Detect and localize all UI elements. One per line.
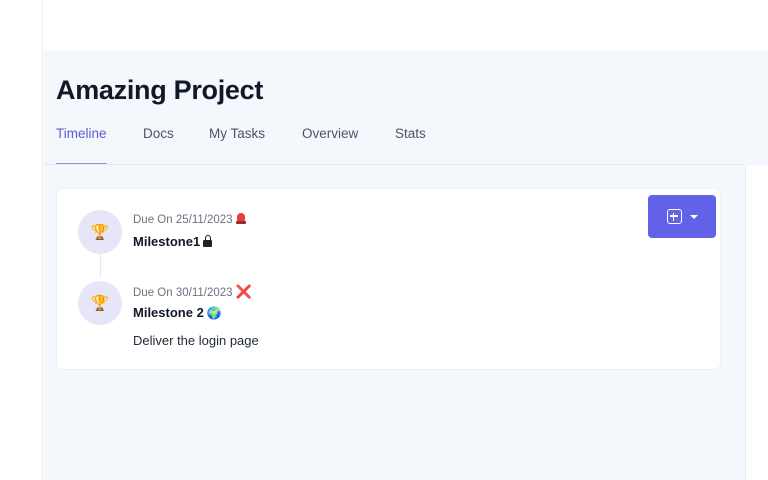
red-x-icon: ❌ bbox=[235, 284, 252, 299]
lock-icon bbox=[203, 235, 213, 247]
alarm-light-icon bbox=[235, 213, 246, 224]
milestone-title[interactable]: Milestone1 bbox=[133, 234, 213, 249]
milestone-description: Deliver the login page bbox=[133, 333, 259, 348]
due-date-text: Due On 30/11/2023 bbox=[133, 287, 233, 299]
milestone-due-date: Due On 30/11/2023 ❌ bbox=[133, 284, 252, 300]
top-bar bbox=[44, 0, 768, 50]
tab-my-tasks[interactable]: My Tasks bbox=[209, 126, 265, 155]
globe-icon: 🌍 bbox=[206, 306, 222, 320]
tab-timeline[interactable]: Timeline bbox=[56, 126, 107, 165]
page-title: Amazing Project bbox=[56, 75, 264, 105]
left-rail bbox=[0, 0, 43, 480]
milestone-title[interactable]: Milestone 2 🌍 bbox=[133, 305, 222, 320]
tab-stats[interactable]: Stats bbox=[395, 126, 426, 155]
plus-square-icon bbox=[666, 209, 682, 224]
side-panel bbox=[745, 166, 768, 480]
tabs-divider bbox=[44, 164, 744, 165]
trophy-icon: 🏆 bbox=[78, 281, 122, 325]
add-item-button[interactable] bbox=[648, 195, 716, 238]
main-content: Amazing Project Timeline Docs My Tasks O… bbox=[44, 50, 768, 480]
due-date-text: Due On 25/11/2023 bbox=[133, 214, 233, 226]
milestone-title-text: Milestone1 bbox=[133, 234, 201, 249]
tab-docs[interactable]: Docs bbox=[143, 126, 174, 155]
trophy-icon: 🏆 bbox=[78, 210, 122, 254]
timeline-card: 🏆 Due On 25/11/2023 Milestone1 🏆 Due On … bbox=[56, 188, 721, 370]
caret-down-icon bbox=[689, 214, 698, 219]
milestone-due-date: Due On 25/11/2023 bbox=[133, 213, 246, 226]
tab-overview[interactable]: Overview bbox=[302, 126, 358, 155]
milestone-title-text: Milestone 2 bbox=[133, 305, 204, 320]
tab-bar: Timeline Docs My Tasks Overview Stats bbox=[56, 126, 768, 166]
